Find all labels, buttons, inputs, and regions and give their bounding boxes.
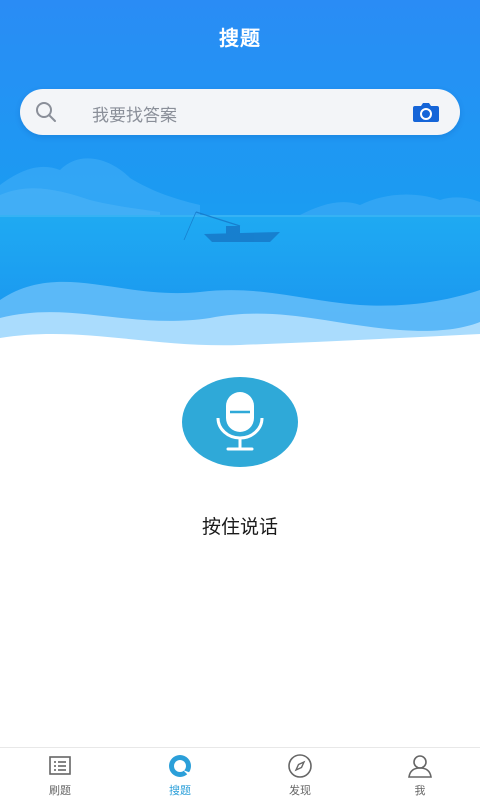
- search-icon: [36, 102, 56, 122]
- microphone-icon: [216, 392, 264, 451]
- tab-label: 刷题: [49, 784, 71, 797]
- search-tab-icon: [169, 755, 191, 777]
- compass-icon: [288, 754, 312, 778]
- hold-to-talk-label: 按住说话: [201, 516, 278, 538]
- camera-icon[interactable]: [412, 100, 440, 124]
- tab-label: 发现: [289, 784, 311, 797]
- page-title: 搜题: [219, 26, 261, 50]
- tab-practice[interactable]: 刷题: [0, 748, 120, 800]
- voice-input-button[interactable]: [182, 377, 298, 467]
- user-icon: [408, 755, 432, 778]
- bottom-tab-bar: 刷题 搜题 发现 我: [0, 747, 480, 800]
- lake-illustration: [0, 0, 480, 360]
- tab-label: 我: [414, 784, 426, 797]
- hero-banner: 搜题 我要找答案: [0, 0, 480, 360]
- search-input[interactable]: 我要找答案: [92, 101, 177, 126]
- tab-label: 搜题: [169, 784, 191, 797]
- list-icon: [49, 756, 71, 775]
- tab-me[interactable]: 我: [360, 748, 480, 800]
- tab-discover[interactable]: 发现: [240, 748, 360, 800]
- search-bar[interactable]: 我要找答案: [20, 89, 460, 135]
- tab-search[interactable]: 搜题: [120, 748, 240, 800]
